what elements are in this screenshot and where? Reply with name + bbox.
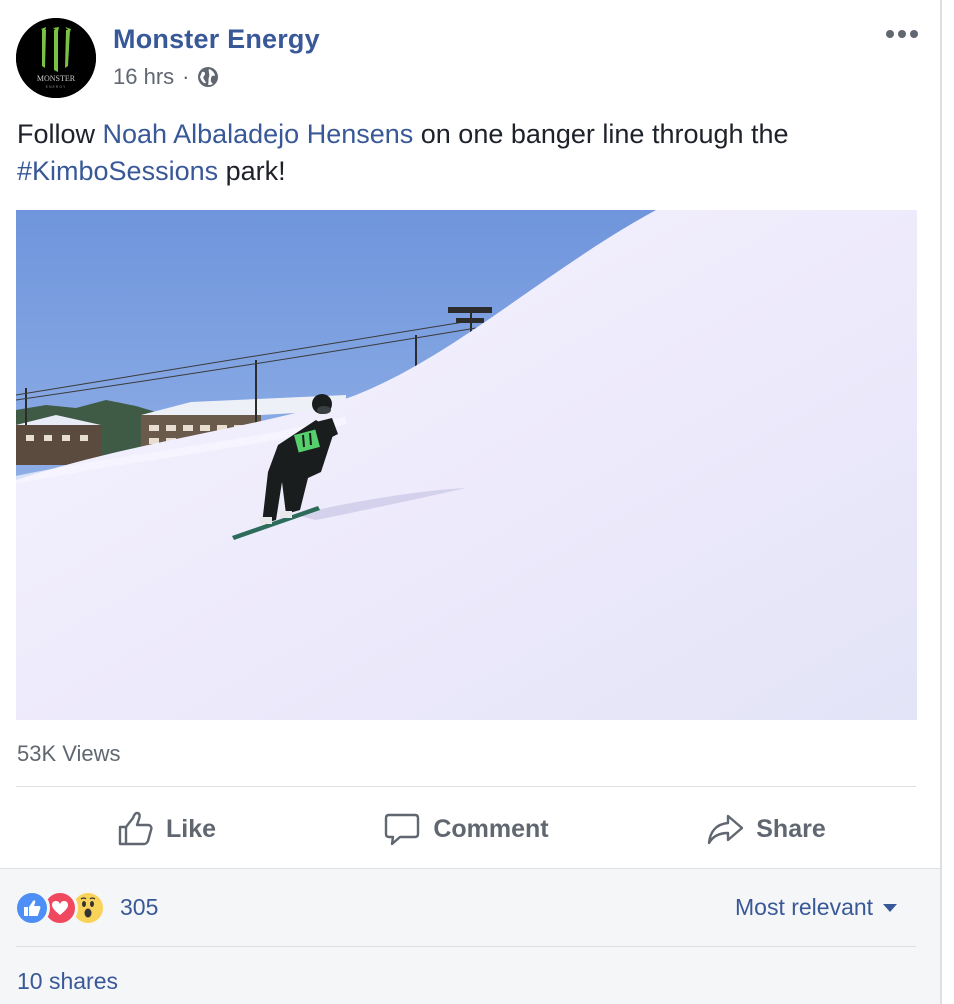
video-frame-snowboarder [16,210,917,720]
logo-wordmark: MONSTER [37,74,76,83]
comment-label: Comment [433,814,549,843]
monster-logo-icon: MONSTER ENERGY [16,18,96,98]
post-actions: Like Comment Share [16,798,916,860]
post-text-suffix: park! [218,156,286,186]
feed-border [940,0,942,1004]
post-card: MONSTER ENERGY Monster Energy 16 hrs · F… [0,0,940,1004]
share-label: Share [756,814,826,843]
more-dot [910,30,918,38]
caret-down-icon [883,903,898,912]
more-options-button[interactable] [886,24,926,44]
like-button[interactable]: Like [16,798,316,860]
logo-subtext: ENERGY [46,85,67,89]
reaction-count[interactable]: 305 [120,894,158,921]
more-dot [898,30,906,38]
hashtag-link[interactable]: #KimboSessions [17,156,218,186]
post-text-prefix: Follow [17,119,103,149]
page-avatar[interactable]: MONSTER ENERGY [16,18,96,98]
mention-link[interactable]: Noah Albaladejo Hensens [103,119,414,149]
meta-separator: · [182,64,190,89]
divider [16,786,916,787]
divider [16,946,916,947]
more-dot [886,30,894,38]
reaction-icons[interactable] [14,890,106,926]
view-count[interactable]: 53K Views [17,741,121,767]
share-button[interactable]: Share [616,798,916,860]
sort-label: Most relevant [735,894,874,920]
comment-bubble-icon [385,813,420,846]
post-text-middle: on one banger line through the [413,119,789,149]
post-meta: 16 hrs · [113,64,219,90]
share-count[interactable]: 10 shares [17,968,118,995]
comment-button[interactable]: Comment [316,798,616,860]
globe-icon[interactable] [197,66,219,88]
video-player[interactable] [16,210,917,720]
thumbs-up-icon [118,811,153,846]
page-name-link[interactable]: Monster Energy [113,24,320,55]
like-reaction-icon [14,890,50,926]
like-label: Like [165,814,217,843]
share-arrow-icon [708,814,744,845]
post-text: Follow Noah Albaladejo Hensens on one ba… [17,116,917,190]
comment-sort-dropdown[interactable]: Most relevant [735,894,898,921]
post-timestamp[interactable]: 16 hrs [113,64,174,90]
post-footer [0,868,940,1004]
